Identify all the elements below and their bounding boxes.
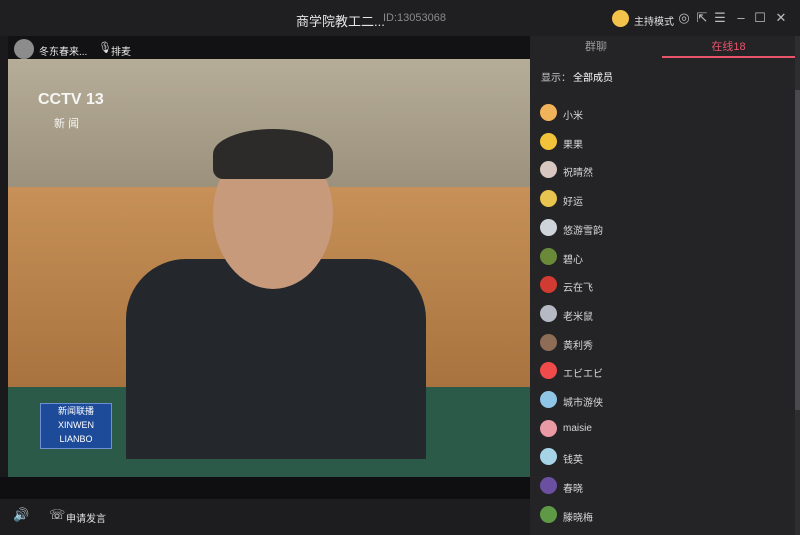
close-icon[interactable]: ✕: [773, 10, 789, 26]
video-person-hair: [213, 129, 333, 179]
member-name: maisie: [563, 422, 592, 434]
menu-icon[interactable]: ☰: [712, 10, 728, 26]
member-name: エビエビ: [563, 369, 603, 381]
member-avatar: [540, 333, 557, 351]
tab-active-indicator: [662, 56, 795, 58]
window-title: 商学院教工二...: [296, 14, 385, 29]
member-name: 好运: [563, 197, 583, 209]
filter-label: 显示：: [541, 73, 571, 84]
member-avatar: [540, 362, 557, 380]
presenter-name[interactable]: 冬东春来...: [39, 43, 87, 58]
member-name: 祝晴然: [563, 168, 593, 180]
volume-icon[interactable]: 🔊: [13, 507, 29, 523]
settings-icon[interactable]: ◎: [676, 10, 692, 26]
scrollbar-thumb[interactable]: [795, 90, 800, 410]
member-avatar: [540, 161, 557, 179]
left-edge: [0, 36, 8, 499]
video-bottom-bar: [0, 477, 530, 499]
video-person-body: [126, 259, 426, 459]
member-name: 小米: [563, 111, 583, 122]
member-avatar: [540, 104, 557, 121]
member-name: 老米鼠: [563, 311, 593, 323]
room-id: ID:13053068: [383, 12, 446, 24]
member-name: 城市游侠: [563, 398, 603, 409]
filter-dropdown[interactable]: 全部成员: [573, 69, 613, 84]
member-name: 钱英: [563, 455, 583, 467]
channel-watermark: CCTV 13: [38, 91, 104, 108]
channel-sub-watermark: 新 闻: [54, 118, 80, 130]
presenter-avatar[interactable]: [14, 39, 34, 59]
member-name: 春晓: [563, 484, 583, 496]
member-avatar: [540, 276, 557, 294]
member-list: 小米果果祝晴然好运悠游雪韵碧心云在飞老米鼠黄利秀エビエビ城市游侠 maisie 钱英…: [530, 90, 795, 530]
member-name: 云在飞: [563, 283, 593, 295]
member-avatar: [540, 218, 557, 236]
member-name: 碧心: [563, 254, 583, 266]
minimize-icon[interactable]: –: [733, 10, 749, 26]
share-icon[interactable]: ⇱: [694, 10, 710, 26]
member-name: 果果: [563, 139, 583, 151]
member-avatar: [540, 419, 557, 437]
apply-speak-button[interactable]: 申请发言: [66, 510, 106, 525]
mic-icon[interactable]: 🎙: [98, 42, 112, 54]
member-name: 黄利秀: [563, 340, 593, 352]
host-avatar[interactable]: [612, 10, 629, 27]
member-name: 悠游雪韵: [563, 225, 603, 237]
member-avatar: [540, 477, 557, 495]
tab-online[interactable]: 在线18: [662, 38, 795, 54]
member-avatar: [540, 247, 557, 265]
member-avatar: [540, 505, 557, 523]
host-mode-label[interactable]: 主持模式: [634, 13, 674, 28]
maximize-icon[interactable]: ☐: [752, 10, 768, 26]
member-avatar: [540, 448, 557, 466]
member-avatar: [540, 190, 557, 208]
rank-mic-button[interactable]: 排麦: [111, 43, 131, 58]
tab-group-chat[interactable]: 群聊: [530, 38, 662, 54]
member-name: 滕晓梅: [563, 512, 593, 524]
video-stream[interactable]: CCTV 13 新 闻 新闻联播 XINWEN LIANBO: [8, 59, 530, 477]
member-avatar: [540, 391, 557, 408]
member-avatar: [540, 304, 557, 322]
member-avatar: [540, 132, 557, 150]
program-logo: 新闻联播 XINWEN LIANBO: [40, 403, 112, 449]
phone-icon[interactable]: ☏: [49, 507, 65, 523]
